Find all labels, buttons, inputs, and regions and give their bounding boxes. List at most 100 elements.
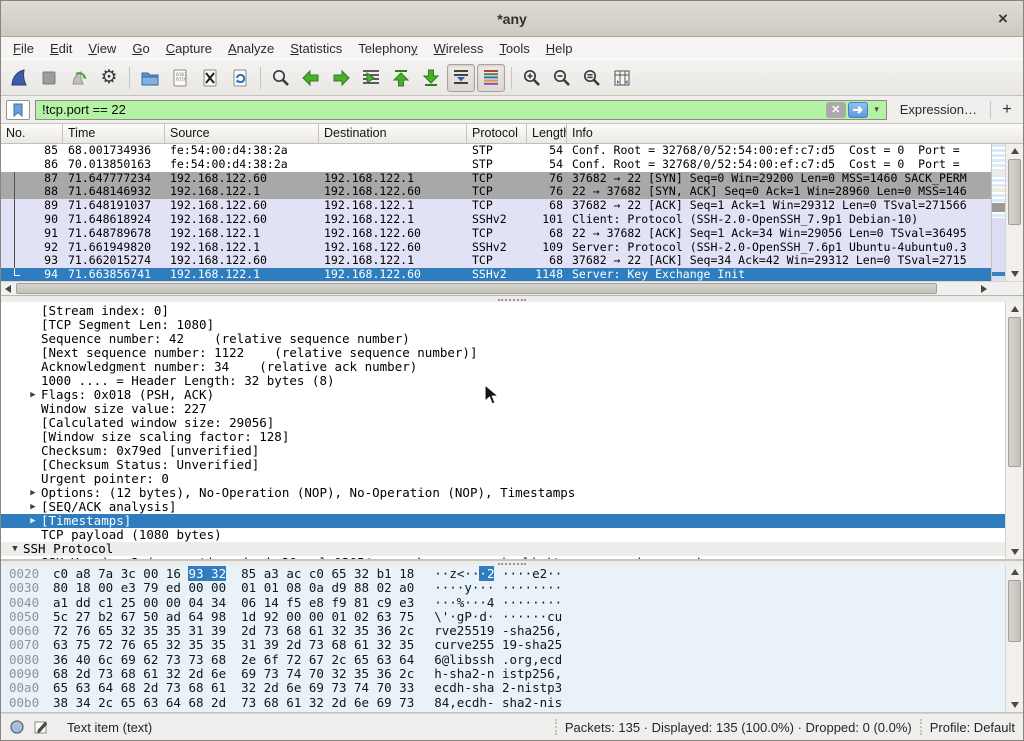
tree-expanded-icon[interactable]: ▼ [7,542,23,556]
close-file-button[interactable] [196,64,224,92]
go-to-packet-button[interactable] [357,64,385,92]
column-header-no[interactable]: No. [1,124,63,143]
previous-packet-button[interactable] [297,64,325,92]
scroll-up-button[interactable] [1006,302,1023,316]
detail-row[interactable]: [Next sequence number: 1122 (relative se… [1,346,1005,360]
detail-row[interactable]: [Window size scaling factor: 128] [1,430,1005,444]
detail-row[interactable]: [Stream index: 0] [1,304,1005,318]
resize-columns-button[interactable] [608,64,636,92]
packet-row-94[interactable]: 9471.663856741192.168.122.1192.168.122.6… [1,268,991,281]
capture-comment-icon[interactable] [33,719,49,735]
hex-row[interactable]: 00505c 27 b2 67 50 ad 64 98 1d 92 00 00 … [1,610,1005,624]
save-file-button[interactable]: 01010110 [166,64,194,92]
hex-row[interactable]: 00a065 63 64 68 2d 73 68 61 32 2d 6e 69 … [1,681,1005,695]
detail-vscrollbar[interactable] [1005,302,1023,559]
display-filter-input[interactable] [42,102,824,117]
detail-row[interactable]: ▶Options: (12 bytes), No-Operation (NOP)… [1,486,1005,500]
detail-row[interactable]: ▼SSH Protocol [1,542,1005,556]
column-header-protocol[interactable]: Protocol [467,124,527,143]
window-close-button[interactable]: × [993,9,1013,29]
next-packet-button[interactable] [327,64,355,92]
packet-list-vscrollbar[interactable] [1005,144,1023,281]
profile-button[interactable]: Profile: Default [930,720,1015,735]
filter-apply-button[interactable]: ➜ [848,102,868,118]
detail-row[interactable]: Urgent pointer: 0 [1,472,1005,486]
open-file-button[interactable] [136,64,164,92]
hex-row[interactable]: 00b038 34 2c 65 63 64 68 2d 73 68 61 32 … [1,696,1005,710]
menu-tools[interactable]: Tools [491,39,537,58]
packet-row-87[interactable]: 8771.647777234192.168.122.60192.168.122.… [1,172,991,186]
column-header-time[interactable]: Time [63,124,165,143]
menu-file[interactable]: File [5,39,42,58]
hex-row[interactable]: 008036 40 6c 69 62 73 73 68 2e 6f 72 67 … [1,653,1005,667]
auto-scroll-button[interactable] [447,64,475,92]
detail-row[interactable]: [TCP Segment Len: 1080] [1,318,1005,332]
bytes-vscrollbar[interactable] [1005,565,1023,712]
detail-row[interactable]: ▶Flags: 0x018 (PSH, ACK) [1,388,1005,402]
tree-collapsed-icon[interactable]: ▶ [25,514,41,528]
zoom-out-button[interactable] [548,64,576,92]
intelligent-scrollbar-minimap[interactable] [991,144,1005,281]
last-packet-button[interactable] [417,64,445,92]
menu-view[interactable]: View [80,39,124,58]
scroll-down-button[interactable] [1006,267,1023,281]
reload-file-button[interactable] [226,64,254,92]
filter-history-caret[interactable]: ▾ [870,102,884,118]
detail-row[interactable]: ▶[Timestamps] [1,514,1005,528]
hex-row[interactable]: 0020c0 a8 7a 3c 00 16 93 32 85 a3 ac c0 … [1,567,1005,581]
scrollbar-thumb[interactable] [16,283,937,294]
scroll-left-button[interactable] [1,282,15,295]
menu-statistics[interactable]: Statistics [282,39,350,58]
packet-row-88[interactable]: 8871.648146932192.168.122.1192.168.122.6… [1,185,991,199]
stop-capture-button[interactable] [35,64,63,92]
hex-row[interactable]: 006072 76 65 32 35 35 31 39 2d 73 68 61 … [1,624,1005,638]
zoom-100-button[interactable] [578,64,606,92]
scrollbar-thumb[interactable] [1008,580,1021,642]
packet-list-hscrollbar[interactable] [1,281,1023,295]
column-header-source[interactable]: Source [165,124,319,143]
restart-capture-button[interactable] [65,64,93,92]
scrollbar-thumb[interactable] [1008,159,1021,225]
detail-row[interactable]: Checksum: 0x79ed [unverified] [1,444,1005,458]
packet-row-93[interactable]: 9371.662015274192.168.122.60192.168.122.… [1,254,991,268]
hex-row[interactable]: 007063 75 72 76 65 32 35 35 31 39 2d 73 … [1,638,1005,652]
detail-row[interactable]: TCP payload (1080 bytes) [1,528,1005,542]
packet-row-89[interactable]: 8971.648191037192.168.122.60192.168.122.… [1,199,991,213]
first-packet-button[interactable] [387,64,415,92]
column-header-length[interactable]: Length [527,124,567,143]
tree-collapsed-icon[interactable]: ▶ [25,486,41,500]
scroll-down-button[interactable] [1006,545,1023,559]
scroll-right-button[interactable] [977,282,991,295]
title-bar[interactable]: *any × [1,1,1023,37]
hex-row[interactable]: 003080 18 00 e3 79 ed 00 00 01 01 08 0a … [1,581,1005,595]
packet-row-90[interactable]: 9071.648618924192.168.122.60192.168.122.… [1,213,991,227]
packet-row-92[interactable]: 9271.661949820192.168.122.1192.168.122.6… [1,241,991,255]
add-filter-button[interactable]: + [996,99,1018,121]
column-header-info[interactable]: Info [567,124,1023,143]
expression-button[interactable]: Expression… [892,102,985,117]
tree-collapsed-icon[interactable]: ▶ [25,500,41,514]
column-header-destination[interactable]: Destination [319,124,467,143]
detail-row[interactable]: 1000 .... = Header Length: 32 bytes (8) [1,374,1005,388]
scrollbar-thumb[interactable] [1008,317,1021,467]
detail-row[interactable]: [Checksum Status: Unverified] [1,458,1005,472]
scroll-down-button[interactable] [1006,698,1023,712]
detail-row[interactable]: [Calculated window size: 29056] [1,416,1005,430]
detail-row[interactable]: Window size value: 227 [1,402,1005,416]
menu-go[interactable]: Go [124,39,157,58]
menu-edit[interactable]: Edit [42,39,80,58]
find-packet-button[interactable] [267,64,295,92]
tree-collapsed-icon[interactable]: ▶ [25,388,41,402]
menu-wireless[interactable]: Wireless [426,39,492,58]
start-capture-button[interactable] [5,64,33,92]
tree-collapsed-icon[interactable]: ▶ [25,556,41,559]
menu-analyze[interactable]: Analyze [220,39,282,58]
filter-clear-button[interactable]: ✕ [826,102,846,118]
scroll-up-button[interactable] [1006,565,1023,579]
menu-telephony[interactable]: Telephony [350,39,425,58]
packet-row-85[interactable]: 8568.001734936fe:54:00:d4:38:2aSTP54Conf… [1,144,991,158]
hex-row[interactable]: 009068 2d 73 68 61 32 2d 6e 69 73 74 70 … [1,667,1005,681]
detail-row[interactable]: Sequence number: 42 (relative sequence n… [1,332,1005,346]
packet-row-86[interactable]: 8670.013850163fe:54:00:d4:38:2aSTP54Conf… [1,158,991,172]
detail-row[interactable]: Acknowledgment number: 34 (relative ack … [1,360,1005,374]
